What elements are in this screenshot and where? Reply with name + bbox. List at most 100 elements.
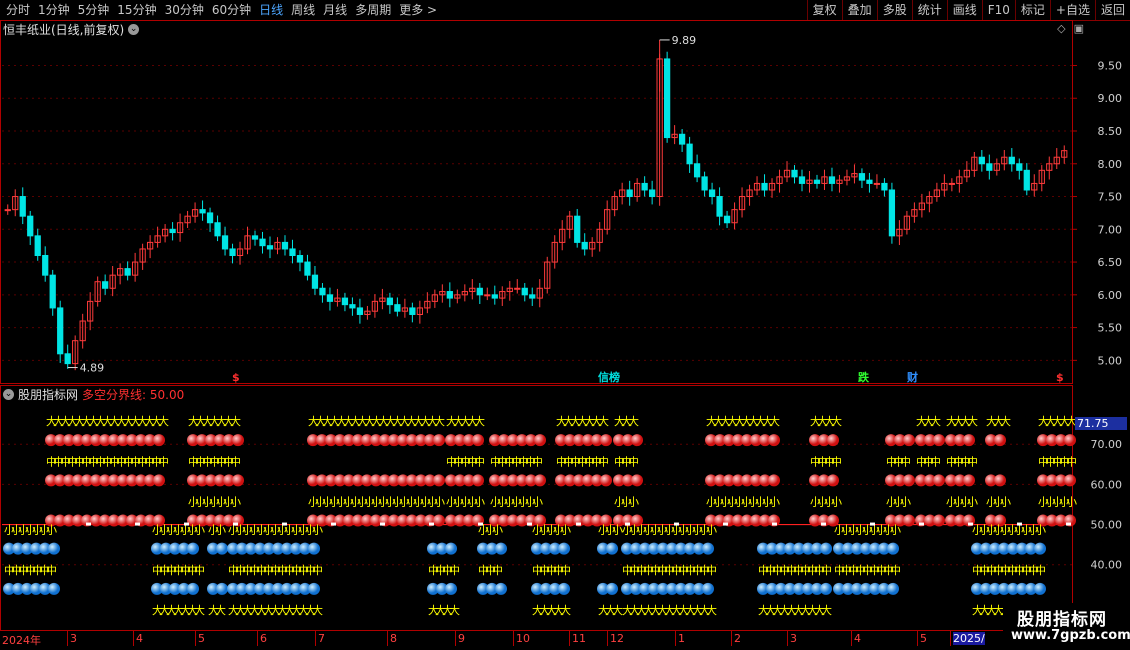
candle-body — [821, 176, 828, 184]
candle-body — [57, 307, 64, 355]
period-tab-10[interactable]: 更多 > — [395, 0, 441, 20]
period-tab-3[interactable]: 15分钟 — [113, 0, 160, 20]
bull-glyph: 大 — [598, 414, 609, 428]
bull-glyph: 大 — [741, 414, 752, 428]
action-button-2[interactable]: 多股 — [876, 0, 912, 20]
action-button-5[interactable]: F10 — [981, 0, 1015, 20]
bull-ball — [903, 474, 915, 487]
bear-glyph: 小 — [883, 524, 894, 537]
bull-glyph: 小 — [230, 495, 241, 508]
period-tab-4[interactable]: 30分钟 — [161, 0, 208, 20]
period-tab-8[interactable]: 月线 — [319, 0, 351, 20]
candle-body — [102, 281, 109, 289]
period-tab-9[interactable]: 多周期 — [351, 0, 395, 20]
bull-glyph: 大 — [755, 414, 766, 428]
period-tab-1[interactable]: 1分钟 — [34, 0, 74, 20]
chevron-down-icon[interactable]: ⌄ — [3, 389, 14, 400]
period-tab-5[interactable]: 60分钟 — [208, 0, 255, 20]
bull-ball — [994, 514, 1006, 527]
candle-body — [94, 281, 101, 302]
period-tab-2[interactable]: 5分钟 — [74, 0, 114, 20]
action-button-8[interactable]: 返回 — [1094, 0, 1130, 20]
candle-body — [64, 353, 71, 365]
window-toggle-icon[interactable]: ▣ — [1074, 22, 1084, 35]
bull-glyph: 中 — [46, 455, 57, 468]
divider-marker — [478, 522, 483, 526]
bull-glyph: 小 — [1059, 495, 1070, 508]
action-button-1[interactable]: 叠加 — [841, 0, 877, 20]
period-toolbar: 分时 1分钟 5分钟 15分钟 30分钟 60分钟 日线 周线 月线 多周期 更多 > 复权 叠加 多股… — [0, 0, 1130, 21]
bear-ball — [820, 582, 832, 595]
bear-ball — [784, 542, 796, 555]
bull-ball — [187, 434, 199, 447]
bear-glyph: 大 — [972, 603, 983, 617]
candle-body — [349, 304, 356, 309]
action-button-4[interactable]: 画线 — [946, 0, 982, 20]
candle-body — [394, 304, 401, 312]
bear-glyph: 中 — [235, 564, 246, 577]
bull-glyph: 大 — [343, 414, 354, 428]
bull-glyph: 大 — [399, 414, 410, 428]
bull-ball — [759, 514, 771, 527]
bull-glyph: 小 — [406, 495, 417, 508]
action-button-6[interactable]: 标记 — [1014, 0, 1050, 20]
bull-ball — [45, 474, 57, 487]
period-tab-7[interactable]: 周线 — [287, 0, 319, 20]
action-button-0[interactable]: 复权 — [806, 0, 842, 20]
bear-glyph: 中 — [284, 564, 295, 577]
candle-body — [206, 212, 214, 224]
bear-ball — [290, 582, 302, 595]
bear-glyph: 小 — [706, 524, 717, 537]
bear-glyph: 中 — [173, 564, 184, 577]
bull-glyph: 大 — [1000, 414, 1011, 428]
bear-glyph: 小 — [876, 524, 887, 537]
bull-ball — [361, 434, 373, 447]
bear-ball — [851, 542, 863, 555]
chevron-down-icon[interactable]: ⌄ — [128, 24, 140, 35]
bull-glyph: 小 — [824, 495, 835, 508]
candle-body — [4, 209, 11, 212]
bull-glyph: 小 — [420, 495, 431, 508]
watermark-url: www.7gpzb.com — [1011, 628, 1130, 643]
bull-ball — [994, 434, 1006, 447]
candlestick-chart[interactable]: 9.50 9.00 8.50 8.00 7.50 7.00 6.50 6.00 5.50 5.00… — [0, 0, 1130, 650]
event-marker-4: $ — [1056, 371, 1064, 384]
bear-glyph: 大 — [194, 603, 205, 617]
bear-glyph: 小 — [671, 524, 682, 537]
bear-glyph: 小 — [187, 524, 198, 537]
candle-body — [529, 294, 536, 299]
bear-glyph: 大 — [685, 603, 696, 617]
bear-glyph: 大 — [598, 603, 609, 617]
bull-ball — [985, 434, 997, 447]
bull-ball — [379, 474, 391, 487]
candle-body — [379, 297, 386, 302]
bull-ball — [933, 434, 945, 447]
bear-glyph: 小 — [598, 524, 609, 537]
bull-ball — [591, 474, 603, 487]
bull-ball — [352, 514, 364, 527]
diamond-icon[interactable]: ◇ — [1057, 22, 1065, 35]
bear-glyph: 小 — [173, 524, 184, 537]
divider-marker — [380, 522, 385, 526]
bull-glyph: 大 — [188, 414, 199, 428]
bull-glyph: 大 — [734, 414, 745, 428]
candle-body — [948, 182, 955, 185]
bear-glyph: 大 — [706, 603, 717, 617]
action-button-7[interactable]: +自选 — [1049, 0, 1095, 20]
bull-ball — [232, 514, 244, 527]
bull-ball — [144, 434, 156, 447]
bear-ball — [540, 582, 552, 595]
action-button-3[interactable]: 统计 — [911, 0, 947, 20]
bull-ball — [45, 434, 57, 447]
period-tab-6[interactable]: 日线 — [255, 0, 287, 20]
bear-ball — [187, 582, 199, 595]
bear-ball — [236, 582, 248, 595]
bear-glyph: 小 — [692, 524, 703, 537]
period-tab-0[interactable]: 分时 — [2, 0, 34, 20]
bull-glyph: 中 — [209, 455, 220, 468]
bear-glyph: 中 — [194, 564, 205, 577]
bull-ball — [424, 474, 436, 487]
bear-ball — [766, 542, 778, 555]
stock-name-label: 恒丰纸业(日线,前复权) — [3, 23, 125, 37]
bull-glyph: 中 — [474, 455, 485, 468]
